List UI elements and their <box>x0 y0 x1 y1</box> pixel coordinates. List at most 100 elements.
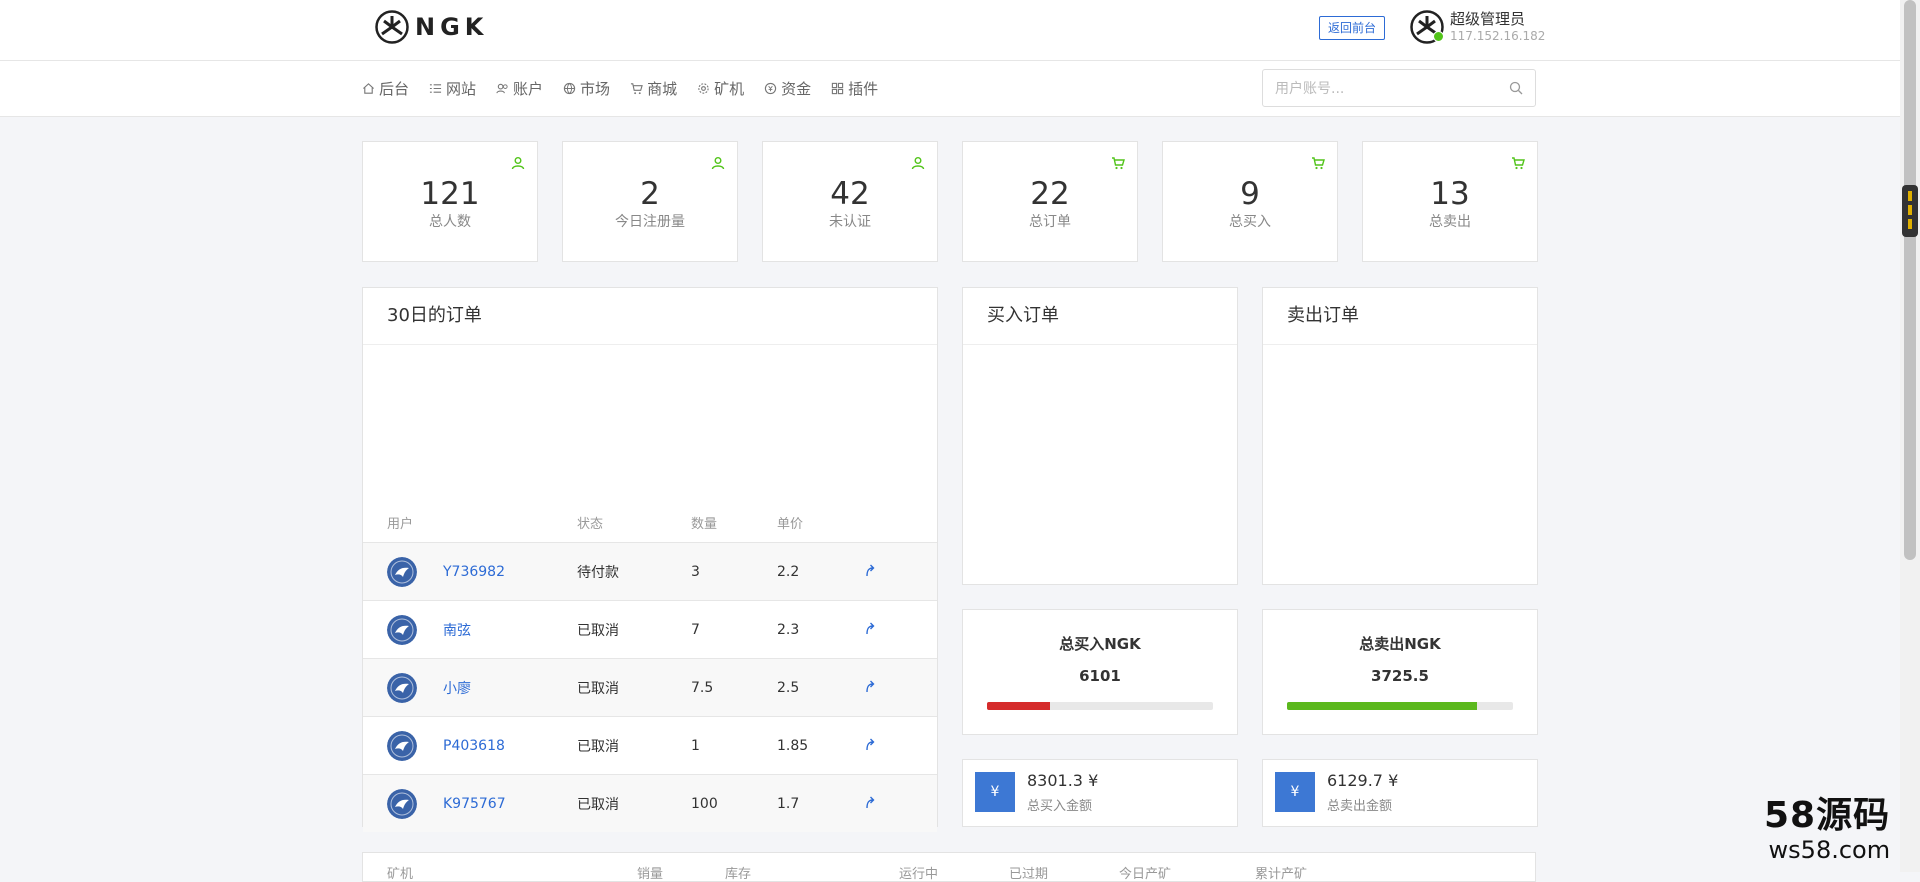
order-qty: 7 <box>691 621 700 638</box>
col-header-miner: 矿机 <box>387 867 414 882</box>
user-avatar-icon <box>387 730 417 761</box>
cart-icon <box>1512 157 1525 170</box>
share-arrow-icon[interactable] <box>863 737 877 751</box>
share-arrow-icon[interactable] <box>863 795 877 809</box>
cart-icon <box>1312 157 1325 170</box>
user-link[interactable]: K975767 <box>443 796 506 812</box>
order-status: 已取消 <box>577 680 619 697</box>
stat-value: 13 <box>1430 176 1470 212</box>
col-header-status: 状态 <box>577 516 604 532</box>
stat-label: 总卖出 <box>1429 214 1471 230</box>
nav-item-account[interactable]: 账户 <box>496 78 543 99</box>
user-name: 超级管理员 <box>1450 10 1526 28</box>
col-header-today-output: 今日产矿 <box>1119 867 1172 882</box>
miner-table-header: 矿机 销量 库存 运行中 已过期 今日产矿 累计产矿 <box>362 852 1536 882</box>
stat-card-total-orders: 22 总订单 <box>962 141 1138 262</box>
user-ip: 117.152.16.182 <box>1450 29 1546 43</box>
watermark-line2: ws58.com <box>1768 836 1891 864</box>
user-icon <box>711 157 725 170</box>
search-input[interactable] <box>1263 70 1497 108</box>
share-arrow-icon[interactable] <box>863 563 877 577</box>
stat-card-total-buy: 9 总买入 <box>1162 141 1338 262</box>
avatar <box>1410 10 1444 44</box>
coin-icon <box>764 82 777 95</box>
side-widget-handle[interactable] <box>1902 185 1918 237</box>
share-arrow-icon[interactable] <box>863 679 877 693</box>
user-avatar-icon <box>387 672 417 703</box>
brand-name: NGK <box>415 13 489 41</box>
order-qty: 3 <box>691 563 700 580</box>
col-header-expired: 已过期 <box>1009 867 1049 882</box>
nav-item-funds[interactable]: 资金 <box>764 78 811 99</box>
stat-value: 22 <box>1030 176 1070 212</box>
orders-30d-panel: 30日的订单 用户 状态 数量 单价 Y736982 待付款 3 2.2 南弦 已取消 7 2… <box>362 287 938 832</box>
user-icon <box>511 157 525 170</box>
total-value: 3725.5 <box>1371 667 1429 685</box>
order-price: 1.7 <box>777 795 800 812</box>
total-buy-ngk-card: 总买入NGK 6101 <box>962 609 1238 735</box>
share-arrow-icon[interactable] <box>863 621 877 635</box>
progress-bar <box>1287 702 1513 710</box>
table-row: P403618 已取消 1 1.85 <box>363 717 937 775</box>
nav-item-label: 插件 <box>848 80 879 98</box>
sell-orders-panel: 卖出订单 <box>1262 287 1538 585</box>
nav-item-market[interactable]: 市场 <box>563 78 610 99</box>
nav-item-plugins[interactable]: 插件 <box>831 78 878 99</box>
col-header-price: 单价 <box>777 516 804 532</box>
total-title: 总卖出NGK <box>1359 635 1441 653</box>
cart-icon <box>630 83 643 95</box>
nav-item-website[interactable]: 网站 <box>429 78 476 99</box>
col-header-sales: 销量 <box>637 867 664 882</box>
nav-item-label: 资金 <box>781 80 812 98</box>
nav-item-backend[interactable]: 后台 <box>362 78 409 99</box>
order-price: 1.85 <box>777 737 809 754</box>
table-header: 用户 状态 数量 单价 <box>363 502 937 543</box>
user-link[interactable]: P403618 <box>443 738 505 754</box>
grid-icon <box>831 82 844 95</box>
order-qty: 7.5 <box>691 679 714 696</box>
yen-badge-icon: ¥ <box>1275 772 1315 812</box>
total-buy-amount-card: ¥ 8301.3 ¥ 总买入金额 <box>962 759 1238 827</box>
stat-card-total-sell: 13 总卖出 <box>1362 141 1538 262</box>
online-status-dot <box>1433 31 1444 42</box>
panel-title: 30日的订单 <box>363 288 937 345</box>
order-qty: 1 <box>691 737 700 754</box>
user-icon <box>911 157 925 170</box>
user-profile[interactable]: 超级管理员 117.152.16.182 <box>1410 10 1545 44</box>
ngk-logo-icon <box>375 10 409 44</box>
col-header-total-output: 累计产矿 <box>1255 867 1308 882</box>
table-row: 小廖 已取消 7.5 2.5 <box>363 659 937 717</box>
nav-item-shop[interactable]: 商城 <box>630 78 677 99</box>
order-price: 2.2 <box>777 563 800 580</box>
user-avatar-icon <box>387 788 417 819</box>
nav-item-miner[interactable]: 矿机 <box>697 78 744 99</box>
page-scrollbar[interactable] <box>1900 0 1920 872</box>
globe-icon <box>563 82 576 95</box>
scrollbar-thumb[interactable] <box>1904 0 1916 560</box>
users-icon <box>496 83 508 94</box>
stat-card-today-registrations: 2 今日注册量 <box>562 141 738 262</box>
user-link[interactable]: Y736982 <box>443 564 505 580</box>
user-link[interactable]: 小廖 <box>443 678 471 698</box>
brand-logo[interactable]: NGK <box>375 10 488 44</box>
user-avatar-icon <box>387 556 417 587</box>
amount-label: 总买入金额 <box>1027 799 1093 814</box>
watermark-line1: 58源码 <box>1764 795 1891 836</box>
col-header-running: 运行中 <box>899 867 939 882</box>
search-icon[interactable] <box>1509 81 1523 95</box>
list-icon <box>429 84 442 93</box>
nav-item-label: 商城 <box>647 80 678 98</box>
total-sell-ngk-card: 总卖出NGK 3725.5 <box>1262 609 1538 735</box>
col-header-qty: 数量 <box>691 516 718 532</box>
panel-title: 卖出订单 <box>1263 288 1537 345</box>
order-status: 已取消 <box>577 796 619 813</box>
col-header-user: 用户 <box>387 516 414 532</box>
back-to-frontend-button[interactable]: 返回前台 <box>1319 16 1386 40</box>
gear-icon <box>698 83 709 94</box>
stat-label: 总买入 <box>1229 214 1271 230</box>
table-row: K975767 已取消 100 1.7 <box>363 775 937 832</box>
nav-item-label: 市场 <box>580 80 611 98</box>
panel-title: 买入订单 <box>963 288 1237 345</box>
table-row: Y736982 待付款 3 2.2 <box>363 543 937 601</box>
user-link[interactable]: 南弦 <box>443 620 471 640</box>
